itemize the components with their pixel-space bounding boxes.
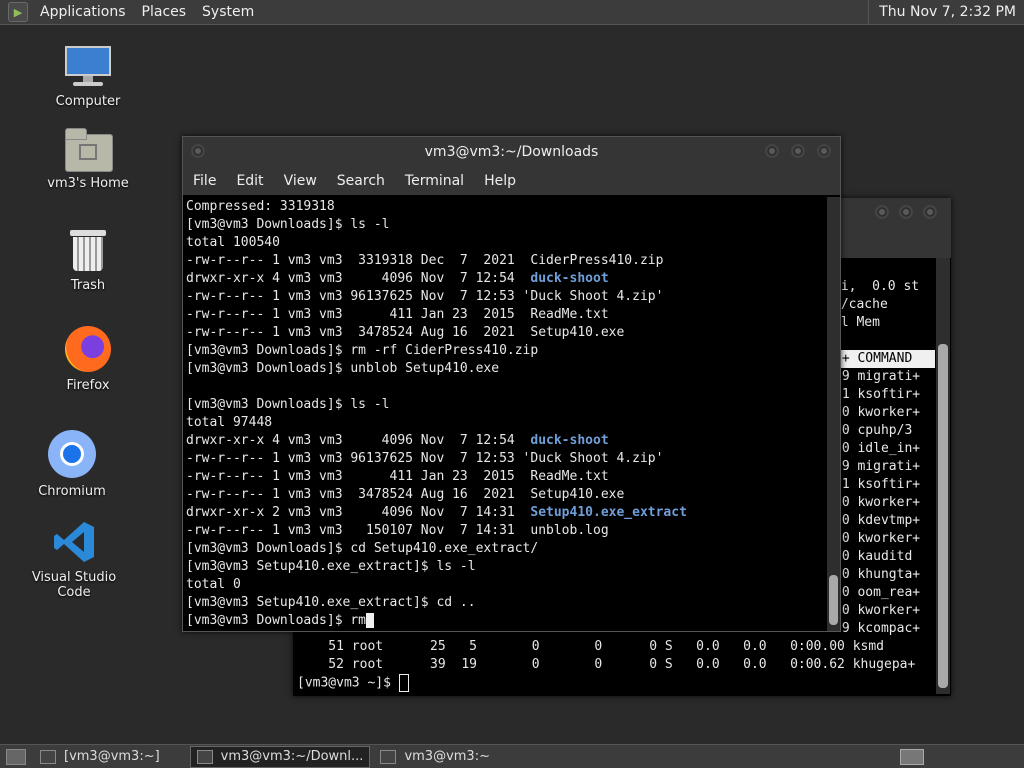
- terminal-line: drwxr-xr-x 4 vm3 vm3 4096 Nov 7 12:54 du…: [186, 433, 609, 448]
- desktop-icon-home[interactable]: vm3's Home: [28, 128, 148, 191]
- terminal-line: [vm3@vm3 Downloads]$ rm -rf CiderPress41…: [186, 343, 539, 358]
- computer-icon: [63, 44, 113, 88]
- directory-name: duck-shoot: [530, 271, 609, 286]
- terminal-icon: [40, 749, 56, 764]
- desktop-icon-trash[interactable]: Trash: [28, 230, 148, 293]
- desktop-icon-label: Firefox: [66, 378, 110, 393]
- process-row: 51 root 25 5 0 0 0 S 0.0 0.0 0:00.00 ksm…: [297, 639, 884, 654]
- top-process-rows: 51 root 25 5 0 0 0 S 0.0 0.0 0:00.00 ksm…: [297, 638, 915, 674]
- terminal-line: [vm3@vm3 Setup410.exe_extract]$ cd ..: [186, 595, 476, 610]
- desktop-icon-firefox[interactable]: Firefox: [28, 326, 148, 393]
- window-menu-button[interactable]: [191, 144, 205, 158]
- workspace-switcher-icon[interactable]: [900, 749, 924, 765]
- desktop-icon-chromium[interactable]: Chromium: [12, 430, 132, 499]
- minimize-button[interactable]: [765, 144, 779, 158]
- scrollbar-thumb[interactable]: [829, 575, 838, 625]
- front-terminal-window[interactable]: vm3@vm3:~/Downloads File Edit View Searc…: [182, 136, 841, 632]
- terminal-line: [vm3@vm3 Downloads]$ ls -l: [186, 397, 390, 412]
- show-desktop-icon[interactable]: [6, 748, 26, 765]
- desktop-icon-label: Computer: [55, 94, 121, 109]
- front-terminal-menubar: File Edit View Search Terminal Help: [183, 167, 840, 195]
- terminal-line: [vm3@vm3 Downloads]$ ls -l: [186, 217, 390, 232]
- process-row: 52 root 39 19 0 0 0 S 0.0 0.0 0:00.62 kh…: [297, 657, 916, 672]
- maximize-button[interactable]: [899, 205, 913, 219]
- window-title: vm3@vm3:~/Downloads: [424, 144, 599, 160]
- terminal-icon: [196, 749, 213, 764]
- terminal-line: -rw-r--r-- 1 vm3 vm3 411 Jan 23 2015 Rea…: [186, 307, 609, 322]
- taskbar-item[interactable]: [vm3@vm3:~]: [34, 747, 166, 767]
- menu-search[interactable]: Search: [327, 173, 395, 189]
- desktop-icon-label: Visual Studio Code: [31, 570, 117, 600]
- terminal-line: total 100540: [186, 235, 280, 250]
- menu-view[interactable]: View: [274, 173, 327, 189]
- terminal-line: total 0: [186, 577, 241, 592]
- menu-help[interactable]: Help: [474, 173, 526, 189]
- terminal-line: [vm3@vm3 Downloads]$ cd Setup410.exe_ext…: [186, 541, 539, 556]
- text-cursor: [398, 674, 409, 692]
- top-summary-fragment: si, 0.0 st f/cache il Mem: [833, 279, 920, 330]
- trash-icon: [70, 230, 106, 272]
- firefox-icon: [65, 326, 111, 372]
- menu-file[interactable]: File: [183, 173, 226, 189]
- home-folder-icon: [65, 128, 113, 172]
- desktop-icon-vscode[interactable]: Visual Studio Code: [14, 520, 134, 600]
- vscode-icon: [52, 520, 96, 564]
- desktop-icon-label: Chromium: [38, 484, 106, 499]
- close-button[interactable]: [923, 205, 937, 219]
- top-process-commands: 29 migrati+ 01 ksoftir+ 00 kworker+ 00 cpuh…: [834, 369, 921, 636]
- close-button[interactable]: [817, 144, 831, 158]
- taskbar-item-active[interactable]: vm3@vm3:~/Downl...: [189, 745, 371, 768]
- terminal-line: -rw-r--r-- 1 vm3 vm3 3319318 Dec 7 2021 …: [186, 253, 664, 268]
- terminal-line: [vm3@vm3 Downloads]$ rm: [186, 612, 826, 630]
- terminal-line: -rw-r--r-- 1 vm3 vm3 96137625 Nov 7 12:5…: [186, 289, 664, 304]
- terminal-icon: [380, 749, 397, 764]
- clock[interactable]: Thu Nov 7, 2:32 PM: [868, 0, 1016, 25]
- terminal-line: -rw-r--r-- 1 vm3 vm3 3478524 Aug 16 2021…: [186, 325, 625, 340]
- terminal-line: [vm3@vm3 Setup410.exe_extract]$ ls -l: [186, 559, 476, 574]
- front-terminal-titlebar[interactable]: vm3@vm3:~/Downloads: [183, 137, 840, 167]
- scrollbar-thumb[interactable]: [938, 344, 948, 688]
- bottom-panel: [vm3@vm3:~] vm3@vm3:~/Downl... vm3@vm3:~: [0, 744, 1024, 768]
- maximize-button[interactable]: [791, 144, 805, 158]
- terminal-line: drwxr-xr-x 4 vm3 vm3 4096 Nov 7 12:54 du…: [186, 271, 609, 286]
- terminal-output[interactable]: Compressed: 3319318 [vm3@vm3 Downloads]$ …: [186, 198, 826, 630]
- terminal-line: Compressed: 3319318: [186, 199, 335, 214]
- terminal-line: -rw-r--r-- 1 vm3 vm3 411 Jan 23 2015 Rea…: [186, 469, 609, 484]
- terminal-line: -rw-r--r-- 1 vm3 vm3 3478524 Aug 16 2021…: [186, 487, 625, 502]
- gnome-foot-icon[interactable]: ▶: [8, 2, 28, 22]
- menu-applications[interactable]: Applications: [32, 4, 134, 20]
- taskbar-item[interactable]: vm3@vm3:~: [374, 747, 496, 767]
- terminal-line: -rw-r--r-- 1 vm3 vm3 96137625 Nov 7 12:5…: [186, 451, 664, 466]
- front-terminal-scrollbar[interactable]: [827, 197, 840, 631]
- desktop-icon-computer[interactable]: Computer: [28, 44, 148, 109]
- terminal-line: drwxr-xr-x 2 vm3 vm3 4096 Nov 7 14:31 Se…: [186, 505, 687, 520]
- menu-edit[interactable]: Edit: [226, 173, 273, 189]
- desktop-icon-label: Trash: [70, 278, 106, 293]
- back-terminal-prompt[interactable]: [vm3@vm3 ~]$: [297, 674, 409, 693]
- top-panel: ▶ Applications Places System Thu Nov 7, …: [0, 0, 1024, 25]
- terminal-line: [vm3@vm3 Downloads]$ unblob Setup410.exe: [186, 361, 500, 376]
- desktop-icon-label: vm3's Home: [47, 176, 129, 191]
- text-cursor: [366, 613, 375, 628]
- menu-terminal[interactable]: Terminal: [395, 173, 474, 189]
- directory-name: Setup410.exe_extract: [530, 505, 687, 520]
- back-terminal-scrollbar[interactable]: [936, 258, 950, 694]
- directory-name: duck-shoot: [530, 433, 609, 448]
- minimize-button[interactable]: [875, 205, 889, 219]
- terminal-line: total 97448: [186, 415, 273, 430]
- menu-places[interactable]: Places: [134, 4, 195, 20]
- top-header-fragment: E+ COMMAND: [834, 350, 935, 368]
- menu-system[interactable]: System: [194, 4, 262, 20]
- terminal-line: -rw-r--r-- 1 vm3 vm3 150107 Nov 7 14:31 …: [186, 523, 609, 538]
- chromium-icon: [48, 430, 96, 478]
